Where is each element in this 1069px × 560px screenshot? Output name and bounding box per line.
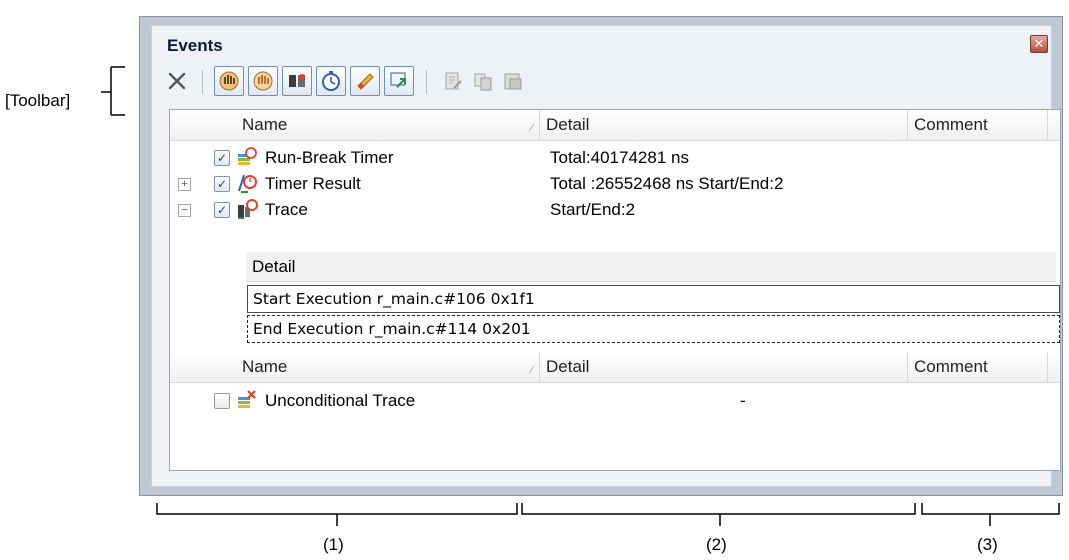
detail-subtable-header: Detail <box>246 252 1056 282</box>
row-checkbox[interactable] <box>214 393 230 409</box>
list-header: Name ⁄ Detail Comment <box>170 110 1060 141</box>
event-name: Trace <box>265 200 308 219</box>
event-name: Timer Result <box>265 174 361 193</box>
column-2-label: (2) <box>706 535 727 554</box>
toolbar-separator <box>426 70 427 94</box>
header-spacer <box>170 110 236 140</box>
point-trace-button[interactable] <box>350 66 380 96</box>
paste-icon <box>504 73 522 90</box>
hardware-break-icon <box>219 71 239 91</box>
events-window: Events ✕ Name ⁄ Detail Comment ✓ Run-Bre… <box>139 16 1063 496</box>
column-header-detail[interactable]: Detail <box>540 352 908 382</box>
column-1-label: (1) <box>323 535 344 554</box>
delete-button[interactable] <box>162 66 192 96</box>
point-trace-icon <box>357 73 374 90</box>
trace-event-icon <box>238 199 258 219</box>
jump-source-button[interactable] <box>384 66 414 96</box>
copy-button[interactable] <box>468 66 498 96</box>
row-checkbox[interactable]: ✓ <box>214 150 230 166</box>
event-name: Run-Break Timer <box>265 148 394 167</box>
timer-result-icon <box>238 174 257 193</box>
sort-icon: ⁄ <box>531 364 533 376</box>
column-brackets <box>156 503 1060 526</box>
table-row[interactable]: + ✓ Timer Result Total :26552468 ns Star… <box>170 171 1060 197</box>
row-checkbox[interactable]: ✓ <box>214 202 230 218</box>
toolbar-bracket <box>101 66 125 116</box>
run-break-timer-icon <box>238 147 257 165</box>
jump-source-icon <box>390 72 406 88</box>
column-header-name[interactable]: Name ⁄ <box>236 110 540 140</box>
unconditional-trace-icon <box>238 390 256 408</box>
table-row[interactable]: ✓ Run-Break Timer Total:40174281 ns <box>170 145 1060 171</box>
event-detail: Start/End:2 <box>550 200 636 219</box>
list-header: Name ⁄ Detail Comment <box>170 352 1060 383</box>
events-panel: Events ✕ Name ⁄ Detail Comment ✓ Run-Bre… <box>151 25 1061 487</box>
header-spacer <box>170 352 236 382</box>
event-detail: Total :26552468 ns Start/End:2 <box>550 174 784 193</box>
expand-icon[interactable]: + <box>178 178 191 191</box>
column-header-comment[interactable]: Comment <box>908 352 1048 382</box>
window-title: Events <box>167 36 223 55</box>
event-detail: - <box>740 391 746 410</box>
timer-button[interactable] <box>316 66 346 96</box>
table-row[interactable]: − ✓ Trace Start/End:2 <box>170 197 1060 223</box>
table-row[interactable]: Unconditional Trace - <box>170 388 1060 414</box>
toolbar-callout-label: [Toolbar] <box>5 91 71 110</box>
hardware-break-button[interactable] <box>214 66 244 96</box>
detail-row-selected[interactable]: End Execution r_main.c#114 0x201 <box>247 315 1060 343</box>
event-name: Unconditional Trace <box>265 391 416 410</box>
edit-comment-icon <box>445 72 462 90</box>
collapse-icon[interactable]: − <box>178 204 191 217</box>
row-checkbox[interactable]: ✓ <box>214 176 230 192</box>
event-list: Name ⁄ Detail Comment ✓ Run-Break Timer … <box>169 109 1061 471</box>
software-break-icon <box>253 71 273 91</box>
detail-row[interactable]: Start Execution r_main.c#106 0x1f1 <box>247 285 1060 313</box>
paste-button[interactable] <box>498 66 528 96</box>
edit-comment-button[interactable] <box>438 66 468 96</box>
sort-icon: ⁄ <box>531 122 533 134</box>
column-header-name-label: Name <box>242 357 288 376</box>
close-icon[interactable]: ✕ <box>1030 35 1048 53</box>
toolbar <box>162 62 702 100</box>
software-break-button[interactable] <box>248 66 278 96</box>
trace-icon <box>289 74 305 87</box>
toolbar-separator <box>202 70 203 94</box>
column-header-comment[interactable]: Comment <box>908 110 1048 140</box>
trace-button[interactable] <box>282 66 312 96</box>
column-3-label: (3) <box>977 535 998 554</box>
delete-icon <box>168 72 186 90</box>
copy-icon <box>474 73 492 91</box>
column-header-detail[interactable]: Detail <box>540 110 908 140</box>
column-header-name[interactable]: Name ⁄ <box>236 352 540 382</box>
event-detail: Total:40174281 ns <box>550 148 689 167</box>
column-header-name-label: Name <box>242 115 288 134</box>
timer-icon <box>322 71 340 91</box>
